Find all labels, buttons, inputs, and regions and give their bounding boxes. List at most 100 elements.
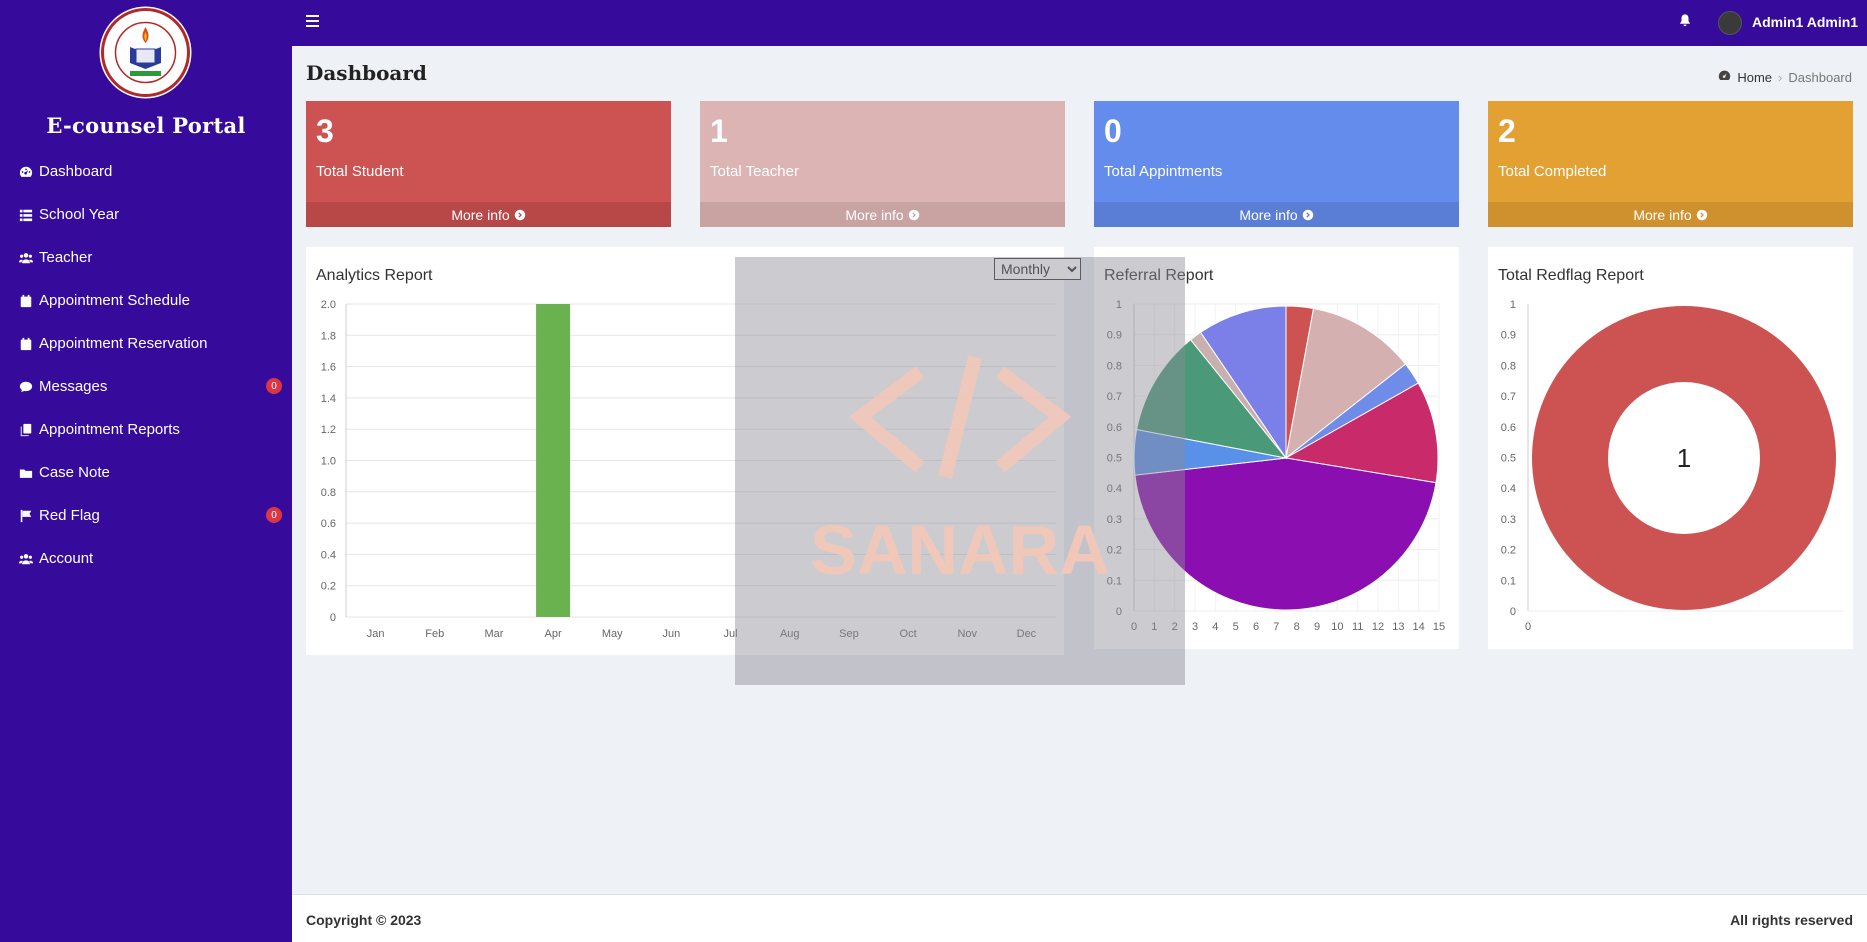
copyright-text: Copyright © 2023 bbox=[306, 912, 422, 928]
y-tick-label: 1.2 bbox=[321, 424, 336, 436]
footer: Copyright © 2023 All rights reserved bbox=[292, 894, 1867, 942]
sidebar-item-appointment-reservation[interactable]: Appointment Reservation bbox=[0, 322, 292, 365]
breadcrumb-home-link[interactable]: Home bbox=[1737, 70, 1772, 85]
menu-toggle-icon[interactable] bbox=[306, 15, 319, 27]
dashboard-icon bbox=[1718, 69, 1731, 85]
x-tick-label: 5 bbox=[1233, 621, 1239, 633]
breadcrumb: Home › Dashboard bbox=[1718, 69, 1852, 85]
list-icon bbox=[17, 207, 35, 223]
redflag-report-panel: 0 0.1 0.2 0.3 0.4 0.5 0.6 0.7 0.8 0.9 1 0 1 Total Re… bbox=[1488, 247, 1853, 649]
card-value: 2 bbox=[1498, 113, 1516, 149]
y-tick-label: 0.8 bbox=[321, 487, 336, 499]
x-tick-label: 7 bbox=[1273, 621, 1279, 633]
y-tick-label: 0.9 bbox=[1501, 330, 1516, 342]
users-icon bbox=[17, 551, 35, 567]
card-value: 3 bbox=[316, 113, 334, 149]
more-info-label: More info bbox=[845, 206, 904, 223]
sidebar-item-account[interactable]: Account bbox=[0, 537, 292, 580]
card-label: Total Student bbox=[316, 163, 404, 180]
more-info-link[interactable]: More info bbox=[1488, 202, 1853, 227]
sidebar: E-counsel Portal Dashboard School Year T… bbox=[0, 0, 292, 942]
x-tick-label: 9 bbox=[1314, 621, 1320, 633]
notification-bell-icon[interactable] bbox=[1678, 13, 1696, 31]
y-tick-label: 1.8 bbox=[321, 330, 336, 342]
page-title: Dashboard bbox=[306, 61, 427, 85]
card-value: 0 bbox=[1104, 113, 1122, 149]
y-tick-label: 0.4 bbox=[321, 549, 336, 561]
x-tick-label: Mar bbox=[484, 628, 503, 640]
sidebar-item-label: Appointment Schedule bbox=[39, 292, 190, 309]
x-tick-label: 3 bbox=[1192, 621, 1198, 633]
sidebar-item-school-year[interactable]: School Year bbox=[0, 193, 292, 236]
watermark-text: SANARA bbox=[810, 511, 1109, 589]
sidebar-item-label: Appointment Reports bbox=[39, 421, 180, 438]
calendar-icon bbox=[17, 336, 35, 352]
total-teacher-card: 1 Total Teacher More info bbox=[700, 101, 1065, 227]
redflag-doughnut-chart: 0 0.1 0.2 0.3 0.4 0.5 0.6 0.7 0.8 0.9 1 0 1 bbox=[1501, 299, 1843, 633]
sidebar-item-label: Dashboard bbox=[39, 163, 113, 180]
x-tick-label: Apr bbox=[545, 628, 562, 640]
sidebar-item-red-flag[interactable]: Red Flag 0 bbox=[0, 494, 292, 537]
sidebar-item-label: Red Flag bbox=[39, 507, 100, 524]
sidebar-nav: Dashboard School Year Teacher Appointmen… bbox=[0, 150, 292, 580]
x-tick-label: May bbox=[602, 628, 623, 640]
card-label: Total Completed bbox=[1498, 163, 1607, 180]
y-tick-label: 0.3 bbox=[1501, 514, 1516, 526]
redflag-report-title: Total Redflag Report bbox=[1498, 267, 1644, 284]
users-icon bbox=[17, 250, 35, 266]
copy-icon bbox=[17, 422, 35, 438]
y-tick-label: 1 bbox=[1510, 299, 1516, 311]
user-avatar[interactable] bbox=[1718, 11, 1742, 35]
dashboard-icon bbox=[17, 164, 35, 180]
total-student-card: 3 Total Student More info bbox=[306, 101, 671, 227]
school-logo bbox=[98, 5, 193, 100]
sidebar-item-label: School Year bbox=[39, 206, 120, 223]
sidebar-item-appointment-schedule[interactable]: Appointment Schedule bbox=[0, 279, 292, 322]
x-tick-label: Jun bbox=[663, 628, 681, 640]
breadcrumb-current: Dashboard bbox=[1788, 69, 1852, 85]
sidebar-item-label: Case Note bbox=[39, 464, 110, 481]
x-tick-label: 10 bbox=[1331, 621, 1343, 633]
topbar: Admin1 Admin1 bbox=[292, 0, 1867, 46]
more-info-label: More info bbox=[1633, 206, 1692, 223]
y-tick-label: 1.4 bbox=[321, 393, 336, 405]
y-tick-label: 0.7 bbox=[1501, 391, 1516, 403]
sidebar-item-case-note[interactable]: Case Note bbox=[0, 451, 292, 494]
user-name[interactable]: Admin1 Admin1 bbox=[1752, 14, 1858, 30]
sidebar-item-label: Messages bbox=[39, 378, 108, 395]
watermark-overlay: SANARA bbox=[735, 257, 1185, 685]
y-tick-label: 0.6 bbox=[321, 518, 336, 530]
y-tick-label: 1.6 bbox=[321, 362, 336, 374]
total-completed-card: 2 Total Completed More info bbox=[1488, 101, 1853, 227]
more-info-link[interactable]: More info bbox=[1094, 202, 1459, 227]
arrow-circle-right-icon bbox=[908, 209, 919, 220]
sidebar-item-messages[interactable]: Messages 0 bbox=[0, 365, 292, 408]
y-tick-label: 0.8 bbox=[1501, 360, 1516, 372]
rights-text: All rights reserved bbox=[1730, 912, 1853, 928]
arrow-circle-right-icon bbox=[1302, 209, 1313, 220]
sidebar-item-teacher[interactable]: Teacher bbox=[0, 236, 292, 279]
y-tick-label: 1.0 bbox=[321, 456, 336, 468]
red-flag-count-badge: 0 bbox=[266, 507, 282, 523]
comment-icon bbox=[17, 379, 35, 395]
code-brackets-icon: SANARA bbox=[810, 355, 1110, 589]
doughnut-center-label: 1 bbox=[1677, 443, 1691, 473]
x-tick-label: 15 bbox=[1433, 621, 1445, 633]
more-info-link[interactable]: More info bbox=[306, 202, 671, 227]
sidebar-item-appointment-reports[interactable]: Appointment Reports bbox=[0, 408, 292, 451]
x-tick-label: 11 bbox=[1352, 621, 1363, 633]
card-label: Total Appintments bbox=[1104, 163, 1223, 180]
arrow-circle-right-icon bbox=[1696, 209, 1707, 220]
card-value: 1 bbox=[710, 113, 728, 149]
y-tick-label: 0.2 bbox=[321, 581, 336, 593]
x-tick-label: 14 bbox=[1413, 621, 1425, 633]
sidebar-item-dashboard[interactable]: Dashboard bbox=[0, 150, 292, 193]
x-tick-label: 4 bbox=[1212, 621, 1218, 633]
more-info-link[interactable]: More info bbox=[700, 202, 1065, 227]
y-tick-label: 0.4 bbox=[1501, 483, 1516, 495]
y-tick-label: 0 bbox=[1510, 606, 1516, 618]
more-info-label: More info bbox=[1239, 206, 1298, 223]
sidebar-item-label: Appointment Reservation bbox=[39, 335, 208, 352]
analytics-report-title: Analytics Report bbox=[316, 267, 433, 284]
calendar-icon bbox=[17, 293, 35, 309]
